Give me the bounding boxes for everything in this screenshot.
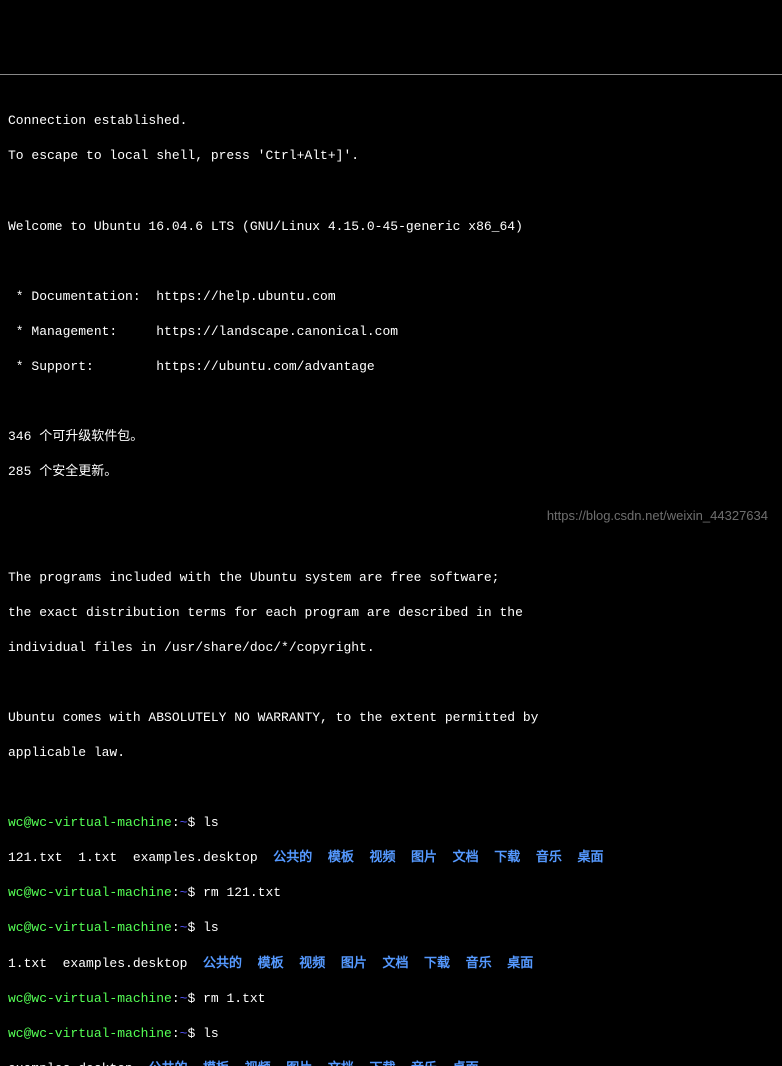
prompt-line-5: wc@wc-virtual-machine:~$ ls bbox=[8, 1025, 774, 1043]
supp-url: https://ubuntu.com/advantage bbox=[156, 359, 374, 374]
ls2-files: 1.txt examples.desktop bbox=[8, 956, 203, 971]
doc-url: https://help.ubuntu.com bbox=[156, 289, 335, 304]
motd-connection: Connection established. bbox=[8, 112, 774, 130]
motd-free-software-3: individual files in /usr/share/doc/*/cop… bbox=[8, 639, 774, 657]
motd-free-software-2: the exact distribution terms for each pr… bbox=[8, 604, 774, 622]
ls-output-1: 121.txt 1.txt examples.desktop 公共的 模板 视频… bbox=[8, 849, 774, 867]
motd-upgradable: 346 个可升级软件包。 bbox=[8, 428, 774, 446]
prompt-path: ~ bbox=[180, 1026, 188, 1041]
blank-line bbox=[8, 779, 774, 797]
blank-line bbox=[8, 533, 774, 551]
motd-warranty-1: Ubuntu comes with ABSOLUTELY NO WARRANTY… bbox=[8, 709, 774, 727]
motd-support: * Support: https://ubuntu.com/advantage bbox=[8, 358, 774, 376]
mgmt-url: https://landscape.canonical.com bbox=[156, 324, 398, 339]
ls-output-2: 1.txt examples.desktop 公共的 模板 视频 图片 文档 下… bbox=[8, 955, 774, 973]
mgmt-label: * Management: bbox=[8, 324, 156, 339]
prompt-path: ~ bbox=[180, 815, 188, 830]
motd-warranty-2: applicable law. bbox=[8, 744, 774, 762]
prompt-userhost: wc@wc-virtual-machine bbox=[8, 1026, 172, 1041]
prompt-line-1: wc@wc-virtual-machine:~$ ls bbox=[8, 814, 774, 832]
prompt-userhost: wc@wc-virtual-machine bbox=[8, 885, 172, 900]
ls3-files: examples.desktop bbox=[8, 1061, 148, 1066]
command-ls-2: ls bbox=[203, 920, 219, 935]
prompt-colon: : bbox=[172, 885, 180, 900]
terminal-output[interactable]: Connection established. To escape to loc… bbox=[8, 95, 774, 1066]
motd-security-updates: 285 个安全更新。 bbox=[8, 463, 774, 481]
prompt-symbol: $ bbox=[187, 920, 203, 935]
prompt-symbol: $ bbox=[187, 1026, 203, 1041]
motd-free-software-1: The programs included with the Ubuntu sy… bbox=[8, 569, 774, 587]
motd-documentation: * Documentation: https://help.ubuntu.com bbox=[8, 288, 774, 306]
ls-output-3: examples.desktop 公共的 模板 视频 图片 文档 下载 音乐 桌… bbox=[8, 1060, 774, 1066]
blank-line bbox=[8, 182, 774, 200]
prompt-colon: : bbox=[172, 920, 180, 935]
ls2-dirs: 公共的 模板 视频 图片 文档 下载 音乐 桌面 bbox=[203, 956, 533, 971]
prompt-symbol: $ bbox=[187, 991, 203, 1006]
window-border bbox=[0, 74, 782, 75]
doc-label: * Documentation: bbox=[8, 289, 156, 304]
prompt-path: ~ bbox=[180, 991, 188, 1006]
command-ls-3: ls bbox=[203, 1026, 219, 1041]
ls1-dirs: 公共的 模板 视频 图片 文档 下载 音乐 桌面 bbox=[273, 850, 603, 865]
prompt-symbol: $ bbox=[187, 885, 203, 900]
prompt-line-3: wc@wc-virtual-machine:~$ ls bbox=[8, 919, 774, 937]
prompt-userhost: wc@wc-virtual-machine bbox=[8, 991, 172, 1006]
command-rm-2: rm 1.txt bbox=[203, 991, 265, 1006]
prompt-userhost: wc@wc-virtual-machine bbox=[8, 815, 172, 830]
prompt-line-2: wc@wc-virtual-machine:~$ rm 121.txt bbox=[8, 884, 774, 902]
command-rm-1: rm 121.txt bbox=[203, 885, 281, 900]
prompt-colon: : bbox=[172, 991, 180, 1006]
prompt-symbol: $ bbox=[187, 815, 203, 830]
motd-welcome: Welcome to Ubuntu 16.04.6 LTS (GNU/Linux… bbox=[8, 218, 774, 236]
prompt-path: ~ bbox=[180, 885, 188, 900]
blank-line bbox=[8, 393, 774, 411]
prompt-colon: : bbox=[172, 1026, 180, 1041]
prompt-path: ~ bbox=[180, 920, 188, 935]
blank-line bbox=[8, 674, 774, 692]
ls1-files: 121.txt 1.txt examples.desktop bbox=[8, 850, 273, 865]
motd-management: * Management: https://landscape.canonica… bbox=[8, 323, 774, 341]
blank-line bbox=[8, 253, 774, 271]
ls3-dirs: 公共的 模板 视频 图片 文档 下载 音乐 桌面 bbox=[148, 1061, 478, 1066]
prompt-line-4: wc@wc-virtual-machine:~$ rm 1.txt bbox=[8, 990, 774, 1008]
command-ls-1: ls bbox=[203, 815, 219, 830]
prompt-userhost: wc@wc-virtual-machine bbox=[8, 920, 172, 935]
supp-label: * Support: bbox=[8, 359, 156, 374]
motd-escape-hint: To escape to local shell, press 'Ctrl+Al… bbox=[8, 147, 774, 165]
watermark-text: https://blog.csdn.net/weixin_44327634 bbox=[547, 507, 768, 525]
prompt-colon: : bbox=[172, 815, 180, 830]
